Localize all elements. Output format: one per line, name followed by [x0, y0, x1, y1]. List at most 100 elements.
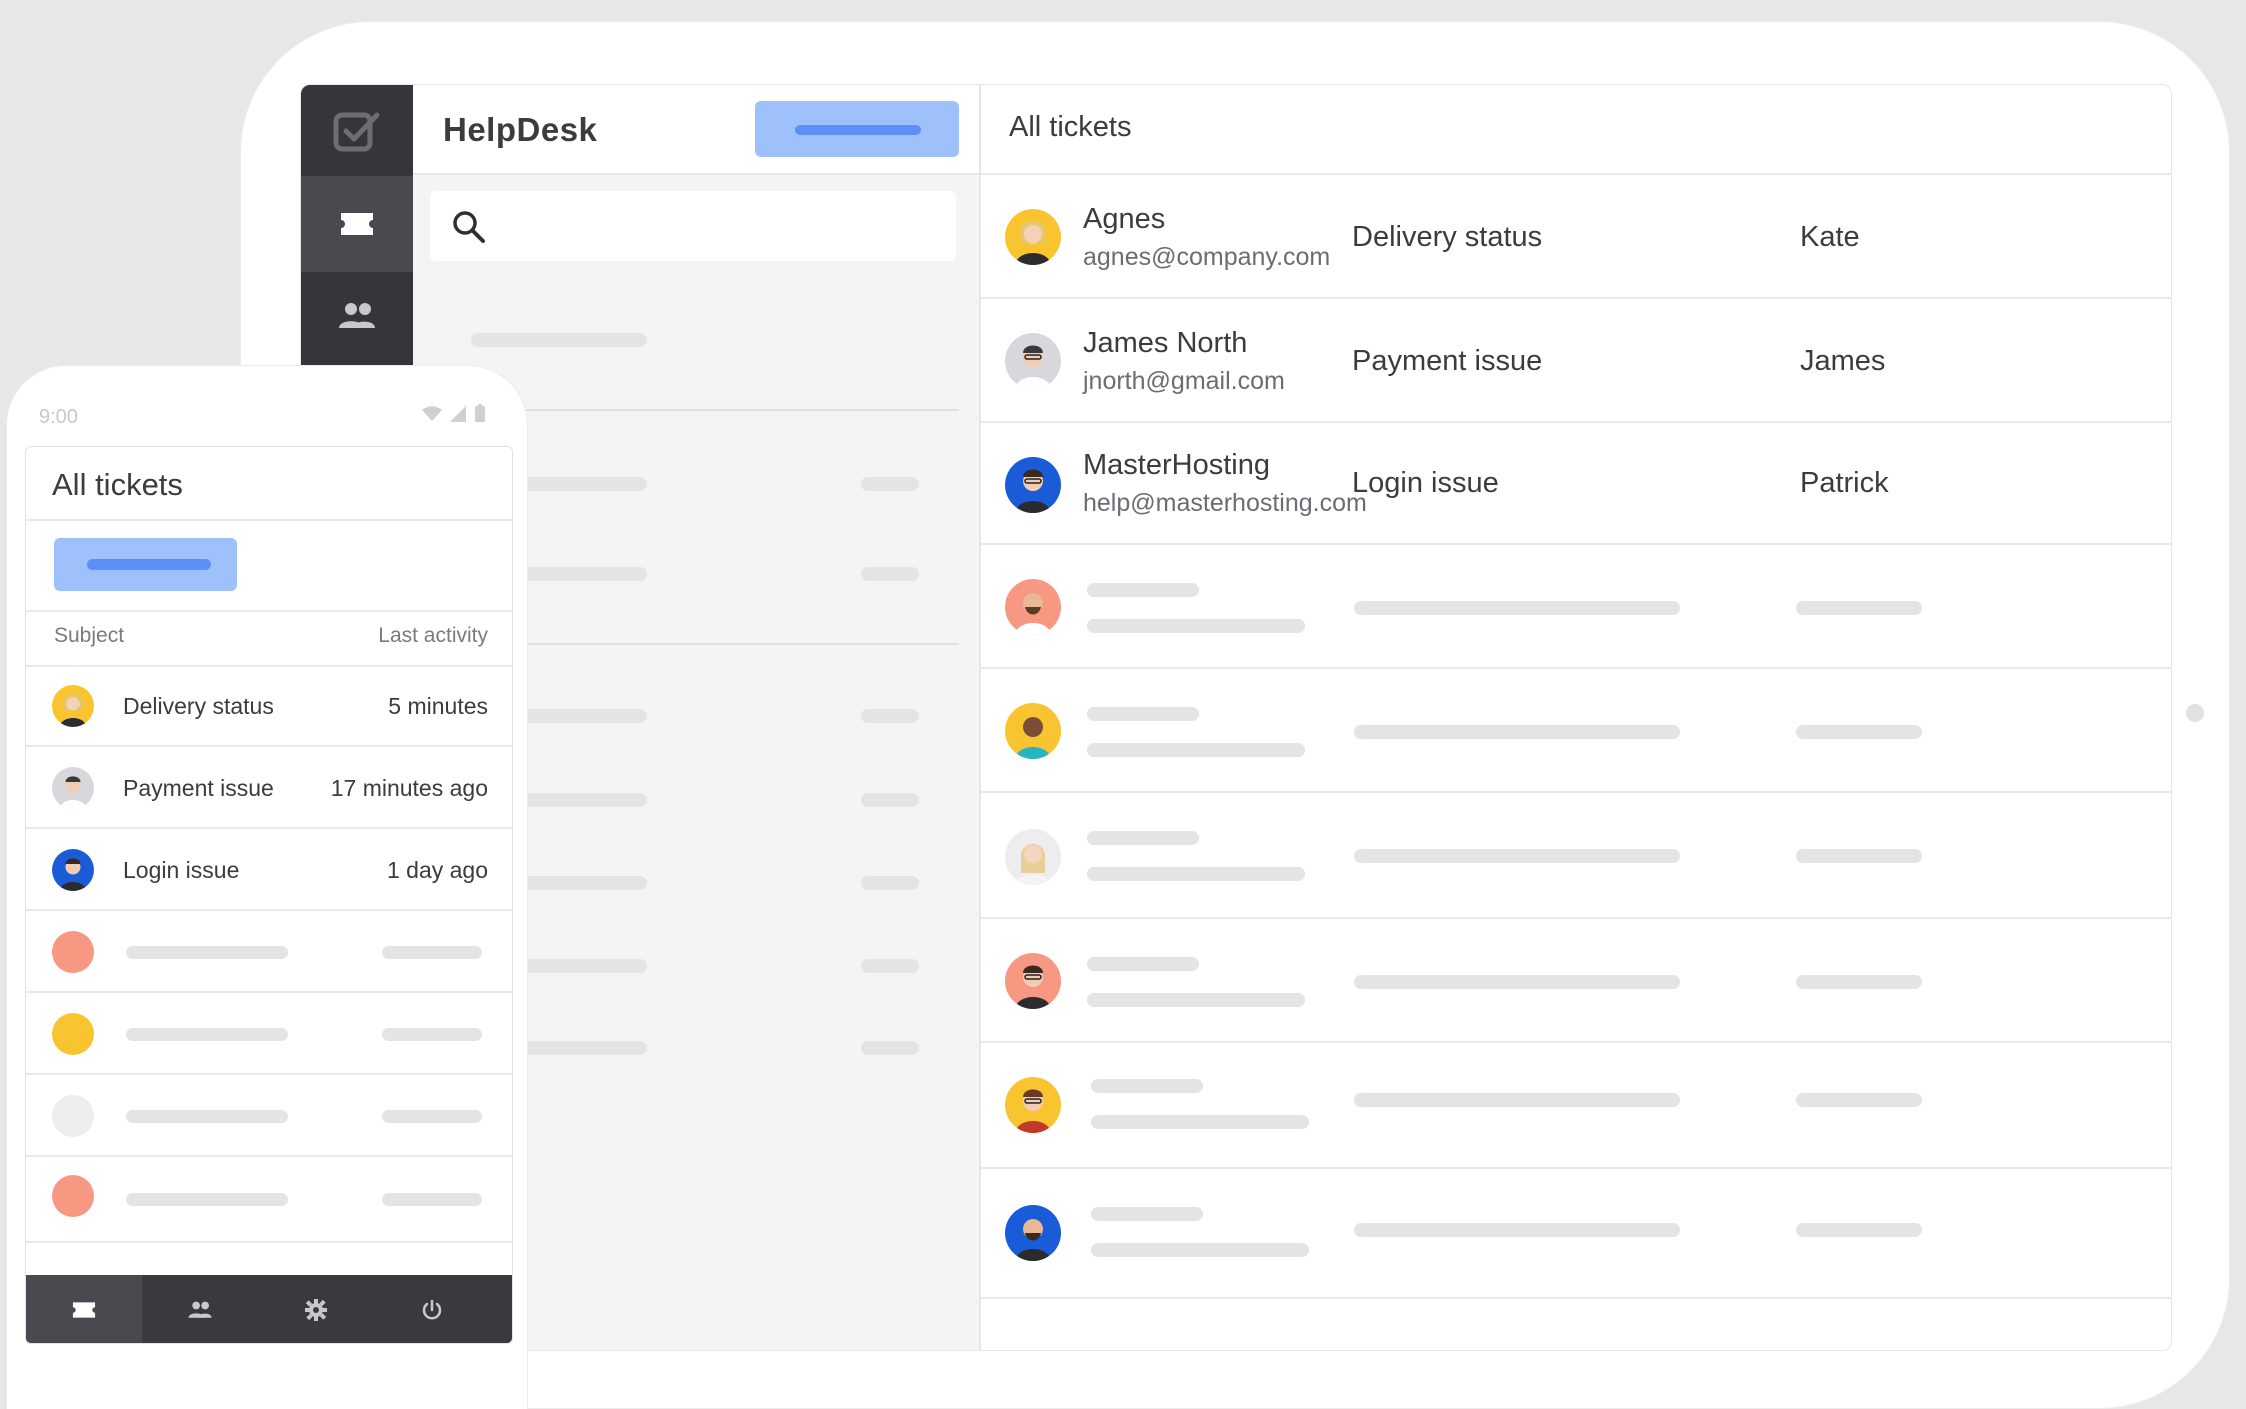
agent-placeholder [1796, 1223, 1922, 1237]
avatar [1005, 703, 1061, 759]
name-placeholder [1087, 583, 1199, 597]
column-header-last-activity[interactable]: Last activity [378, 624, 488, 648]
mobile-app-screen: All tickets Subject Last activity Delive… [25, 446, 513, 1344]
new-ticket-button[interactable] [755, 101, 959, 157]
email-placeholder [1091, 1243, 1309, 1257]
mobile-ticket-row-placeholder[interactable] [26, 1073, 512, 1157]
ticket-row-placeholder[interactable] [981, 543, 2171, 669]
ticket-row[interactable]: James North jnorth@gmail.com Payment iss… [981, 297, 2171, 423]
ticket-subject: Payment issue [123, 775, 274, 801]
page-title: All tickets [1009, 111, 1132, 143]
search-input[interactable] [430, 191, 956, 261]
avatar [1005, 457, 1061, 513]
subject-placeholder [126, 1110, 288, 1123]
avatar [52, 1095, 94, 1137]
filter-count-placeholder [861, 1041, 919, 1055]
assigned-agent: Patrick [1800, 467, 1889, 499]
avatar [52, 1013, 94, 1055]
sidebar-item-tickets[interactable] [301, 176, 413, 272]
agent-placeholder [1796, 601, 1922, 615]
filter-count-placeholder [861, 959, 919, 973]
mobile-ticket-row[interactable]: Login issue 1 day ago [26, 827, 512, 911]
filter-count-placeholder [861, 793, 919, 807]
mobile-ticket-row-placeholder[interactable] [26, 991, 512, 1075]
avatar [1005, 1205, 1061, 1261]
name-placeholder [1091, 1079, 1203, 1093]
ticket-subject: Delivery status [1352, 221, 1543, 253]
ticket-row[interactable]: MasterHosting help@masterhosting.com Log… [981, 421, 2171, 545]
ticket-row-placeholder[interactable] [981, 791, 2171, 919]
button-label-placeholder [795, 125, 921, 135]
email-placeholder [1087, 993, 1305, 1007]
avatar [1005, 579, 1061, 635]
ticket-row-placeholder[interactable] [981, 917, 2171, 1043]
ticket-icon [72, 1302, 96, 1318]
filter-count-placeholder [861, 876, 919, 890]
email-placeholder [1091, 1115, 1309, 1129]
customer-email: agnes@company.com [1083, 243, 1331, 271]
sidebar-item-users[interactable] [301, 272, 413, 360]
sidebar-logo-button[interactable] [301, 85, 413, 176]
customer-name: Agnes [1083, 203, 1166, 235]
ticket-subject: Delivery status [123, 693, 274, 719]
filter-count-placeholder [861, 477, 919, 491]
mobile-ticket-row[interactable]: Payment issue 17 minutes ago [26, 745, 512, 829]
mobile-ticket-row-placeholder[interactable] [26, 1155, 512, 1243]
name-placeholder [1087, 707, 1199, 721]
assigned-agent: James [1800, 345, 1886, 377]
agent-placeholder [1796, 1093, 1922, 1107]
subject-placeholder [126, 1193, 288, 1206]
mobile-ticket-row-placeholder[interactable] [26, 909, 512, 993]
divider [465, 409, 959, 411]
mobile-device: 9:00 All tickets Subject Last activity D… [6, 365, 528, 1409]
mobile-new-ticket-button[interactable] [54, 538, 237, 591]
nav-logout[interactable] [374, 1275, 490, 1343]
ticket-row-placeholder[interactable] [981, 1167, 2171, 1299]
avatar [1005, 953, 1061, 1009]
subject-placeholder [1354, 849, 1680, 863]
gear-icon [305, 1299, 327, 1321]
avatar [52, 685, 94, 727]
last-activity: 17 minutes ago [330, 775, 488, 801]
nav-tickets[interactable] [26, 1275, 142, 1343]
avatar [52, 1175, 94, 1217]
customer-email: help@masterhosting.com [1083, 489, 1367, 517]
email-placeholder [1087, 743, 1305, 757]
mobile-page-title: All tickets [52, 467, 183, 502]
status-bar-time: 9:00 [39, 406, 78, 428]
nav-users[interactable] [142, 1275, 258, 1343]
nav-settings[interactable] [258, 1275, 374, 1343]
time-placeholder [382, 1193, 482, 1206]
ticket-row[interactable]: Agnes agnes@company.com Delivery status … [981, 173, 2171, 299]
filter-count-placeholder [861, 567, 919, 581]
button-label-placeholder [87, 559, 211, 570]
last-activity: 5 minutes [388, 693, 488, 719]
ticket-row-placeholder[interactable] [981, 1041, 2171, 1169]
tablet-camera [2186, 704, 2204, 722]
ticket-row-placeholder[interactable] [981, 667, 2171, 793]
subject-placeholder [1354, 975, 1680, 989]
checkbox-icon [333, 112, 380, 151]
customer-name: MasterHosting [1083, 449, 1270, 481]
filter-count-placeholder [861, 709, 919, 723]
filter-item-placeholder[interactable] [471, 333, 647, 347]
avatar [52, 767, 94, 809]
subject-placeholder [1354, 601, 1680, 615]
subject-placeholder [1354, 1093, 1680, 1107]
panel-header: HelpDesk [413, 85, 979, 175]
email-placeholder [1087, 619, 1305, 633]
agent-placeholder [1796, 975, 1922, 989]
column-header-subject[interactable]: Subject [54, 624, 124, 648]
people-icon [188, 1301, 212, 1318]
avatar [1005, 333, 1061, 389]
divider [465, 643, 959, 645]
mobile-ticket-row[interactable]: Delivery status 5 minutes [26, 665, 512, 747]
assigned-agent: Kate [1800, 221, 1860, 253]
mobile-bottom-nav [26, 1275, 512, 1343]
ticket-list: All tickets Agnes agnes@company.com Deli… [981, 85, 2171, 1350]
battery-icon [475, 404, 485, 422]
avatar [1005, 829, 1061, 885]
customer-email: jnorth@gmail.com [1083, 367, 1285, 395]
subject-placeholder [126, 946, 288, 959]
name-placeholder [1087, 957, 1199, 971]
